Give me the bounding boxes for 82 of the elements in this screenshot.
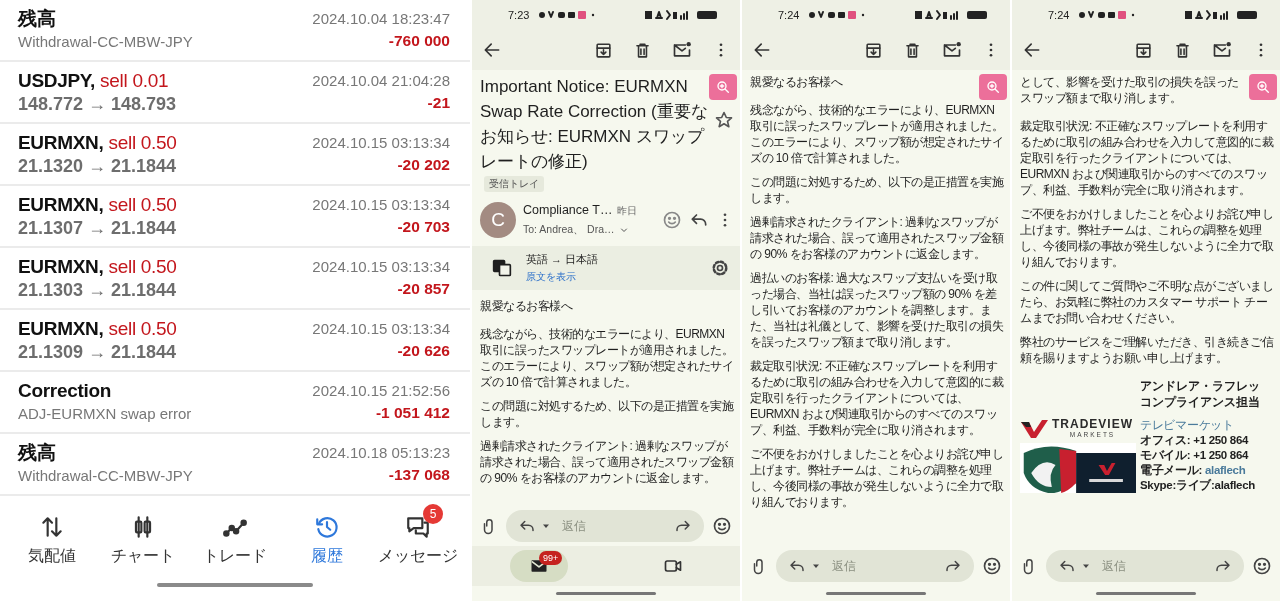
body-paragraph: 弊社のサービスをご理解いただき、引き続きご信頼を賜りますようお願い申し上げます。 [1020, 334, 1274, 366]
profit-amount: -20 626 [397, 341, 450, 361]
body-paragraph: 裁定取引状況: 不正確なスワップレートを利用するために取引の組み合わせを入力して意図的に裁定取引を行ったクライアントについては、EURMXN および関連取引からのすべてのスワップ、利益、手数料が完全に取り消されます。 [750, 358, 1004, 438]
email-link[interactable]: alaflech [1204, 464, 1246, 476]
entry-memo: ADJ-EURMXN swap error [18, 404, 192, 424]
body-paragraph: 残念ながら、技術的なエラーにより、EURMXN 取引に誤ったスワップレートが適用されました。このエラーにより、スワップ額が想定されたサイズの 10 倍で計算されました。 [750, 102, 1004, 166]
timestamp: 2024.10.18 05:13:23 [312, 443, 450, 463]
price-change: 21.1303 → 21.1844 [18, 279, 177, 301]
notification-badge: 5 [423, 504, 444, 524]
timestamp: 2024.10.15 03:13:34 [312, 257, 450, 277]
body-paragraph: この問題に対処するため、以下の是正措置を実施します。 [480, 398, 734, 430]
nav-tab[interactable]: 履歴 [280, 500, 373, 569]
translation-languages: 英語 → 日本語 [526, 252, 600, 267]
nav-tab[interactable]: 気配値 [6, 500, 98, 569]
trade-title: EURMXN, sell 0.50 [18, 255, 177, 278]
price-change: 21.1320 → 21.1844 [18, 155, 177, 177]
body-paragraph: 過剰請求されたクライアント: 過剰なスワップが請求された場合、誤って適用されたスワップ金額の 90% をお客様のアカウントに返金します。 [480, 438, 734, 486]
nav-tab[interactable]: チャート [97, 500, 190, 569]
status-time: 7:24 [778, 9, 800, 21]
contact-line: モバイル: +1 250 864 [1140, 448, 1250, 463]
recipients: To: Andrea、 Dra… [523, 223, 615, 237]
company-link[interactable]: テレビマーケット [1140, 418, 1274, 433]
show-original-link[interactable]: 原文を表示 [526, 270, 696, 284]
trade-title: EURMXN, sell 0.50 [18, 317, 177, 340]
timestamp: 2024.10.15 03:13:34 [312, 133, 450, 153]
timestamp: 2024.10.04 18:23:47 [312, 9, 450, 29]
reply-input[interactable]: 返信 [560, 518, 670, 534]
reply-input[interactable]: 返信 [830, 558, 940, 574]
price-change: 21.1309 → 21.1844 [18, 341, 177, 363]
body-paragraph: 残念ながら、技術的なエラーにより、EURMXN 取引に誤ったスワップレートが適用されました。このエラーにより、スワップ額が想定されたサイズの 10 倍で計算されました。 [480, 326, 734, 390]
profit-amount: -20 703 [397, 217, 450, 237]
contact-line: Skype:ライブ:alaflech [1140, 478, 1256, 493]
reply-input[interactable]: 返信 [1100, 558, 1210, 574]
sender-avatar: C [480, 202, 516, 238]
reply-field[interactable]: 返信 [1046, 550, 1244, 582]
body-paragraph: ご不便をおかけしましたことを心よりお詫び申し上げます。弊社チームは、これらの調整を処理し、今後同様の事故が発生しないように全力で取り組んでおります。 [750, 446, 1004, 510]
body-paragraph: 過払いのお客様: 過大なスワップ支払いを受け取った場合、当社は誤ったスワップ額の 90% を差し引いてお客様のアカウントを調整します。また、当社は礼儀として、影響を受けた取引の損失を誤ったスワップ額まで取り消します。 [750, 270, 1004, 350]
timestamp: 2024.10.04 21:04:28 [312, 71, 450, 91]
status-time: 7:23 [508, 9, 530, 21]
body-paragraph: 親愛なるお客様へ [750, 74, 844, 90]
nav-tab[interactable]: 5 メッセージ [372, 500, 464, 569]
body-paragraph: として、影響を受けた取引の損失を誤ったスワップ額まで取り消します。 [1020, 74, 1240, 106]
profit-amount: -20 857 [397, 279, 450, 299]
profit-amount: -20 202 [397, 155, 450, 175]
signature-name: アンドレア・ラフレッ [1140, 378, 1261, 394]
body-paragraph: ご不便をおかけしましたことを心よりお詫び申し上げます。弊社チームは、これらの調整を処理し、今後同様の事故が発生しないように全力で取り組んでおります。 [1020, 206, 1274, 270]
trade-title: USDJPY, sell 0.01 [18, 69, 170, 92]
entry-title: 残高 [18, 8, 57, 30]
notification-badge: 99+ [539, 551, 563, 565]
entry-memo: Withdrawal-CC-MBW-JPY [18, 32, 193, 52]
body-paragraph: この問題に対処するため、以下の是正措置を実施します。 [750, 174, 1004, 206]
timestamp: 2024.10.15 03:13:34 [312, 195, 450, 215]
body-paragraph: この件に関してご質問やご不明な点がございましたら、お気軽に弊社のカスタマー サポート チームまでお問い合わせください。 [1020, 278, 1274, 326]
profit-amount: -137 068 [388, 465, 450, 485]
profit-amount: -760 000 [388, 31, 450, 51]
trade-title: EURMXN, sell 0.50 [18, 131, 177, 154]
contact-line: オフィス: +1 250 864 [1140, 433, 1250, 448]
nav-tab[interactable]: トレード [189, 500, 281, 569]
email-date: 昨日 [617, 205, 638, 218]
contact-line: 電子メール: alaflech [1140, 463, 1247, 478]
profit-amount: -21 [427, 93, 450, 113]
body-paragraph: 親愛なるお客様へ [480, 298, 574, 314]
entry-memo: Withdrawal-CC-MBW-JPY [18, 466, 193, 486]
timestamp: 2024.10.15 21:52:56 [312, 381, 450, 401]
body-paragraph: 裁定取引状況: 不正確なスワップレートを利用するために取引の組み合わせを入力して意図的に裁定取引を行ったクライアントについては、EURMXN および関連取引からのすべてのスワップ、利益、手数料が完全に取り消されます。 [1020, 118, 1274, 198]
price-change: 21.1307 → 21.1844 [18, 217, 177, 239]
body-paragraph: 過剰請求されたクライアント: 過剰なスワップが請求された場合、誤って適用されたスワップ金額の 90% をお客様のアカウントに返金します。 [750, 214, 1004, 262]
label-chip[interactable]: 受信トレイ [484, 176, 544, 192]
profit-amount: -1 051 412 [375, 403, 450, 423]
reply-field[interactable]: 返信 [506, 510, 704, 542]
nav-tab[interactable]: 99+ [510, 550, 568, 582]
status-time: 7:24 [1048, 9, 1070, 21]
trade-title: EURMXN, sell 0.50 [18, 193, 177, 216]
reply-field[interactable]: 返信 [776, 550, 974, 582]
email-subject: Important Notice: EURMXN Swap Rate Correction (重要なお知らせ: EURMXN スワップレートの修正) [480, 76, 709, 173]
timestamp: 2024.10.15 03:13:34 [312, 319, 450, 339]
price-change: 148.772 → 148.793 [18, 93, 177, 115]
sender-name: Compliance T… [523, 203, 613, 217]
logo-wordmark: TRADEVIEW [1052, 418, 1133, 431]
entry-title: Correction [18, 380, 113, 402]
signature-role: コンプライアンス担当 [1140, 394, 1261, 410]
entry-title: 残高 [18, 442, 57, 464]
